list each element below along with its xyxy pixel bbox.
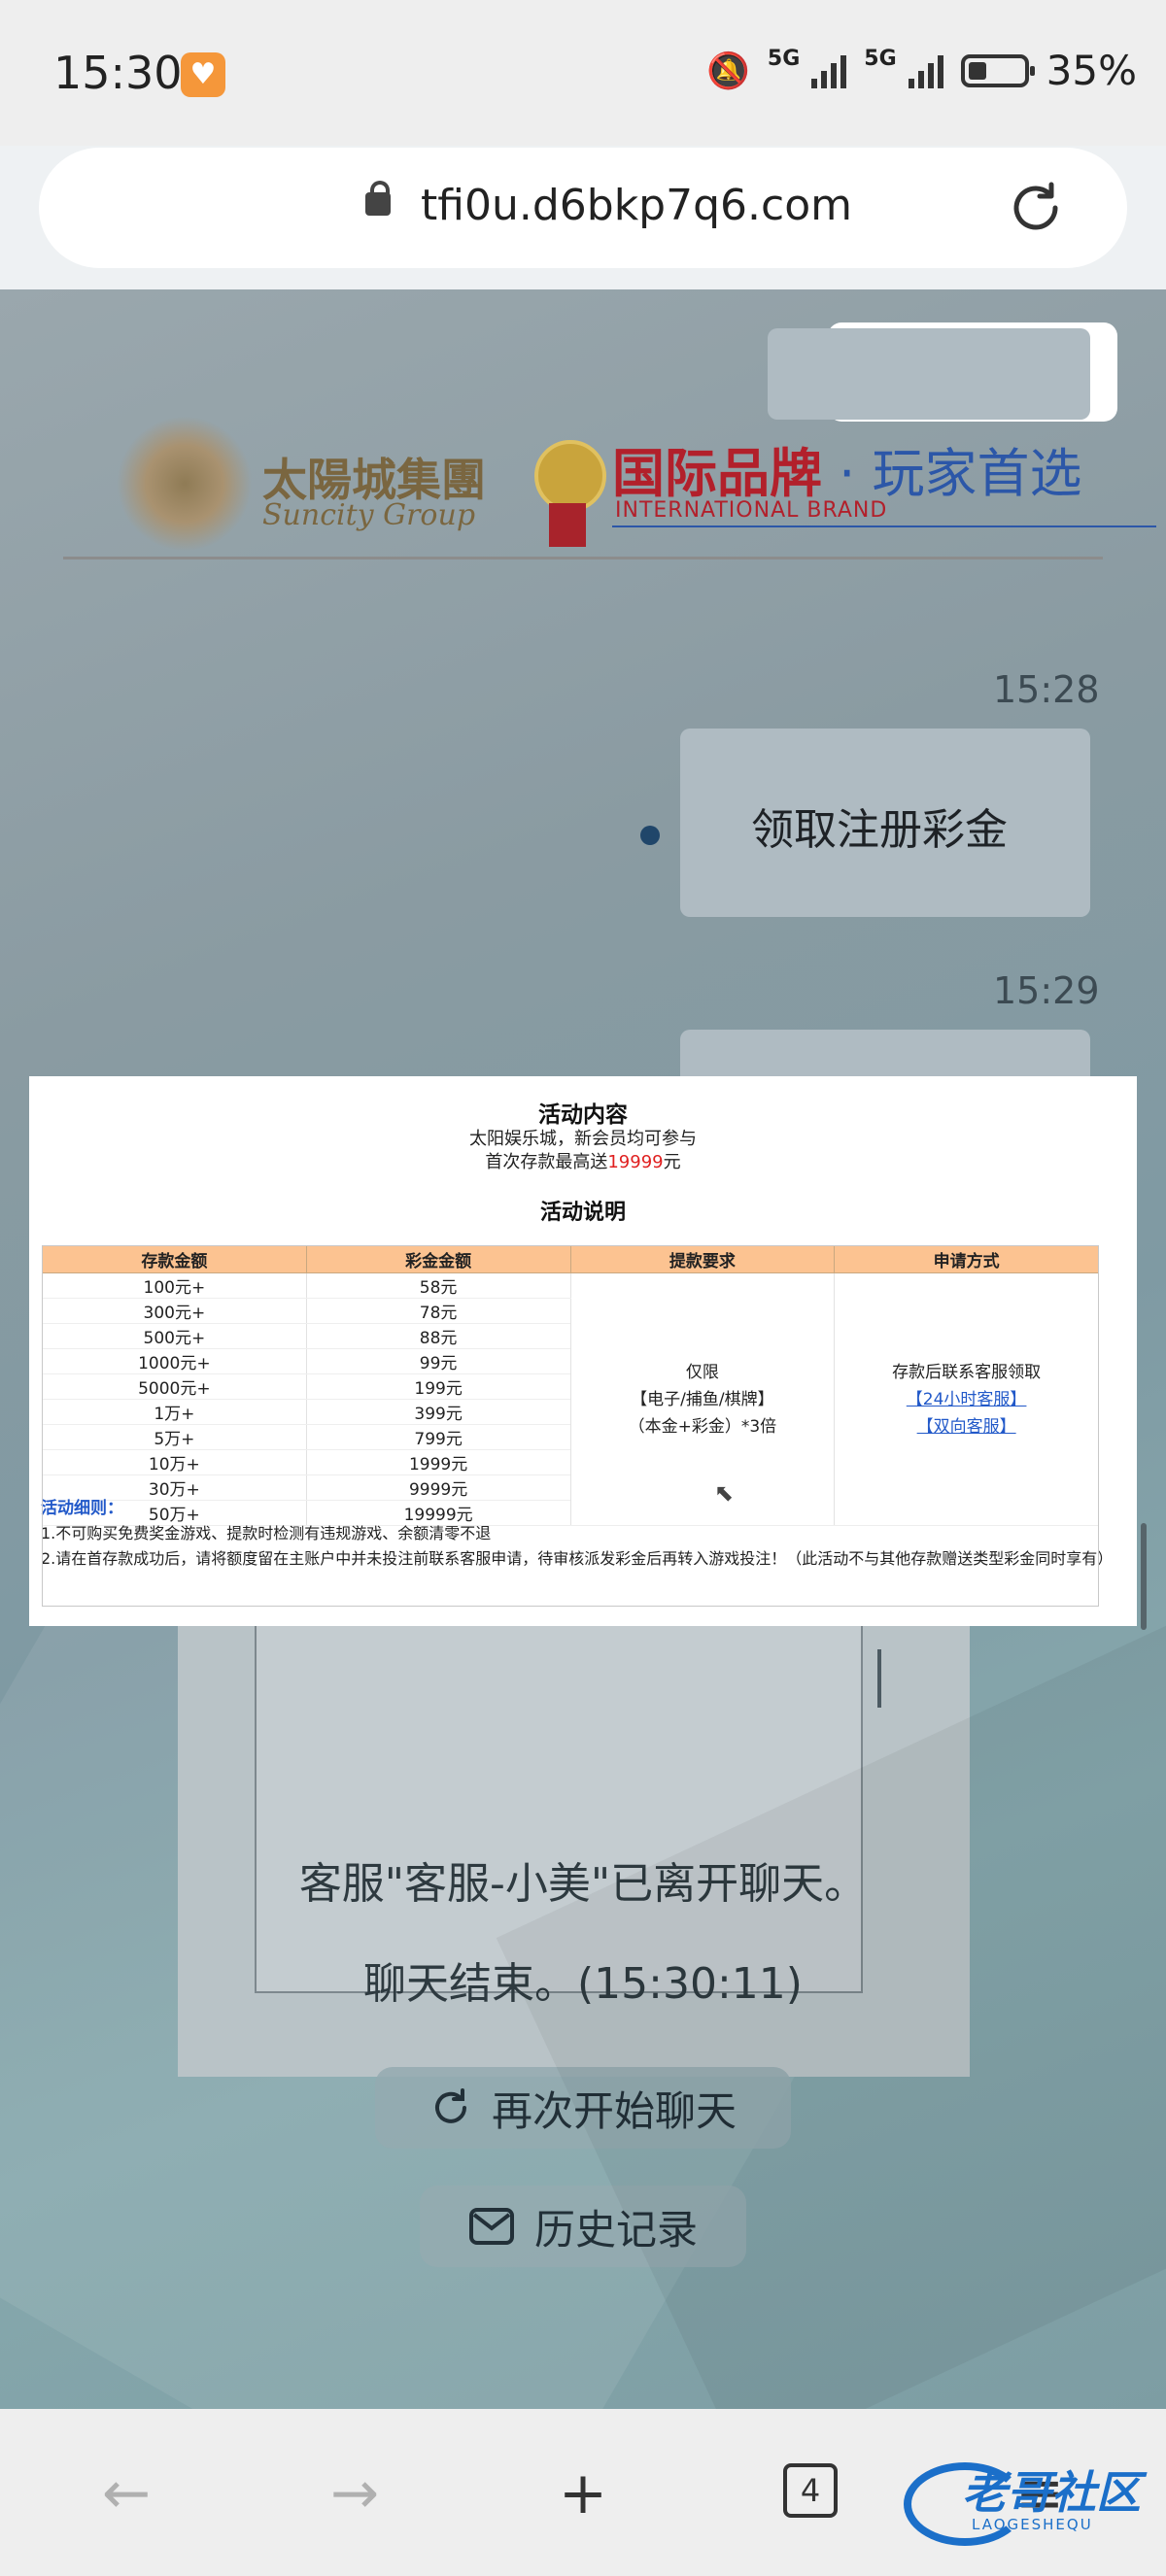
message-time: 15:29: [993, 969, 1100, 1012]
message-time: 15:28: [993, 668, 1100, 711]
history-button[interactable]: 历史记录: [420, 2186, 746, 2267]
mouse-cursor-icon: ⬉: [714, 1479, 735, 1507]
address-bar[interactable]: tfi0u.d6bkp7q6.com: [39, 148, 1127, 268]
slogan-underline: [612, 525, 1156, 527]
back-arrow-icon[interactable]: ←: [87, 2459, 165, 2527]
deposit-cell: 5000元+: [42, 1373, 307, 1400]
message-text: 领取注册彩金: [751, 805, 1008, 855]
promo-line-2-suffix: 元: [663, 1152, 681, 1172]
browser-bottom-nav: ← → + 4 ≡ 老哥社区 LAOGESHEQU: [0, 2409, 1166, 2576]
slogan-separator: ·: [822, 443, 873, 504]
url-text[interactable]: tfi0u.d6bkp7q6.com: [421, 181, 852, 230]
medal-icon: [534, 440, 606, 512]
chat-ended-message: 聊天结束。(15:30:11): [363, 1959, 803, 2009]
deposit-cell: 300元+: [42, 1298, 307, 1324]
apply-method-cell: 存款后联系客服领取 【24小时客服】 【双向客服】: [834, 1272, 1099, 1526]
bonus-cell: 58元: [305, 1272, 571, 1299]
promo-subtitle: 活动说明: [539, 1201, 626, 1225]
notification-heart-icon: ♥: [181, 52, 225, 97]
req-line-3: （本金+彩金）*3倍: [628, 1416, 777, 1437]
watermark-main: 老哥社区: [962, 2466, 1141, 2519]
brand-slogan-en: INTERNATIONAL BRAND: [615, 498, 888, 523]
deposit-cell: 100元+: [42, 1272, 307, 1299]
col-header-withdraw: 提款要求: [569, 1245, 836, 1273]
previous-message-bubble: [768, 328, 1090, 420]
deposit-cell: 10万+: [42, 1449, 307, 1475]
promo-image-overlay[interactable]: 活动内容 太阳娱乐城，新会员均可参与 首次存款最高送19999元 活动说明 存款…: [29, 1076, 1137, 1626]
mute-bell-icon: 🔕: [706, 51, 750, 91]
brand-slogan: 国际品牌 · 玩家首选: [612, 430, 1082, 507]
refresh-icon: [435, 2088, 466, 2123]
reload-icon[interactable]: [1005, 177, 1067, 239]
agent-left-message: 客服"客服-小美"已离开聊天。: [298, 1859, 868, 1909]
promo-title: 活动内容: [538, 1102, 628, 1128]
deposit-cell: 1000元+: [42, 1348, 307, 1374]
promo-table: 存款金额 彩金金额 提款要求 申请方式 100元+ 58元 仅限 【电子/捕鱼/…: [42, 1245, 1099, 1526]
bonus-cell: 399元: [305, 1399, 571, 1425]
withdraw-requirement-cell: 仅限 【电子/捕鱼/棋牌】 （本金+彩金）*3倍: [569, 1272, 836, 1526]
rule-1: 1.不可购买免费奖金游戏、提款时检测有违规游戏、余额清零不退: [41, 1524, 492, 1542]
battery-percent: 35%: [1046, 47, 1137, 94]
new-tab-plus-icon[interactable]: +: [544, 2459, 622, 2527]
signal-icon-2: [908, 53, 943, 88]
bonus-cell: 199元: [305, 1373, 571, 1400]
read-status-dot: [640, 826, 660, 845]
suncity-logo-icon: [117, 416, 253, 552]
promo-line-1: 太阳娱乐城，新会员均可参与: [469, 1129, 697, 1149]
promo-line-2-prefix: 首次存款最高送: [485, 1152, 608, 1172]
history-label: 历史记录: [533, 2205, 698, 2254]
col-header-bonus: 彩金金额: [305, 1245, 571, 1273]
slogan-red: 国际品牌: [612, 443, 822, 504]
page-scrollbar[interactable]: [1141, 1523, 1147, 1630]
bonus-cell: 9999元: [305, 1474, 571, 1501]
signal-icon-1: [811, 53, 847, 88]
deposit-cell: 500元+: [42, 1323, 307, 1349]
rules-title: 活动细则：: [41, 1499, 123, 1518]
req-line-1: 仅限: [685, 1362, 719, 1382]
forward-arrow-icon[interactable]: →: [316, 2459, 394, 2527]
bonus-cell: 88元: [305, 1323, 571, 1349]
apply-line-1: 存款后联系客服领取: [892, 1362, 1042, 1382]
brand-header: 太陽城集團 Suncity Group 国际品牌 · 玩家首选 INTERNAT…: [63, 416, 1156, 559]
status-bar: 15:30 ♥ 🔕 5G 5G 35%: [0, 0, 1166, 146]
bonus-cell: 799元: [305, 1424, 571, 1450]
lock-icon: [365, 181, 391, 216]
bonus-cell: 78元: [305, 1298, 571, 1324]
status-icons: 🔕 5G 5G 35%: [706, 47, 1137, 94]
promo-line-2: 首次存款最高送19999元: [29, 1148, 1137, 1173]
rule-2: 2.请在首存款成功后，请将额度留在主账户中并未投注前联系客服申请，待审核派发彩金…: [41, 1549, 1114, 1568]
status-time: 15:30: [53, 47, 183, 99]
brand-name-en: Suncity Group: [262, 498, 476, 532]
promo-max-amount: 19999: [607, 1152, 664, 1172]
restart-chat-label: 再次开始聊天: [491, 2086, 737, 2135]
slogan-blue: 玩家首选: [872, 443, 1082, 504]
bonus-cell: 1999元: [305, 1449, 571, 1475]
mail-icon: [468, 2208, 514, 2245]
watermark-sub: LAOGESHEQU: [972, 2516, 1093, 2533]
col-header-apply: 申请方式: [834, 1245, 1099, 1273]
battery-icon: [960, 53, 1035, 87]
watermark-logo: 老哥社区 LAOGESHEQU: [904, 2448, 1147, 2546]
col-header-deposit: 存款金额: [42, 1245, 307, 1273]
table-row: 100元+ 58元 仅限 【电子/捕鱼/棋牌】 （本金+彩金）*3倍 存款后联系…: [42, 1272, 1099, 1526]
req-line-2: 【电子/捕鱼/棋牌】: [631, 1389, 774, 1409]
medal-ribbon-icon: [549, 503, 586, 547]
support-two-way-link[interactable]: 【双向客服】: [835, 1413, 1098, 1441]
tab-count-button[interactable]: 4: [783, 2463, 838, 2518]
bonus-cell: 99元: [305, 1348, 571, 1374]
deposit-cell: 1万+: [42, 1399, 307, 1425]
network-label-2: 5G: [864, 47, 897, 71]
support-24h-link[interactable]: 【24小时客服】: [835, 1386, 1098, 1413]
deposit-cell: 5万+: [42, 1424, 307, 1450]
restart-chat-button[interactable]: 再次开始聊天: [375, 2067, 791, 2149]
thumbnail-scrollbar: [877, 1649, 881, 1708]
network-label-1: 5G: [767, 47, 801, 71]
table-header-row: 存款金额 彩金金额 提款要求 申请方式: [42, 1245, 1099, 1273]
